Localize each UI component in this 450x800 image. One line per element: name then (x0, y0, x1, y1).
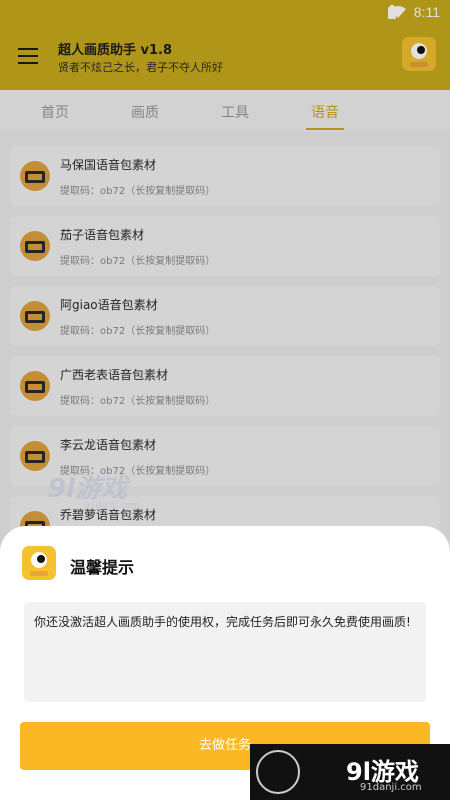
watermark-logo-icon (256, 750, 300, 794)
app-logo-icon (22, 546, 56, 580)
dialog-title: 温馨提示 (70, 558, 135, 577)
dialog-message: 你还没激活超人画质助手的使用权，完成任务后即可永久免费使用画质! (24, 602, 426, 702)
corner-watermark: 9l游戏 91danji.com (250, 744, 450, 800)
